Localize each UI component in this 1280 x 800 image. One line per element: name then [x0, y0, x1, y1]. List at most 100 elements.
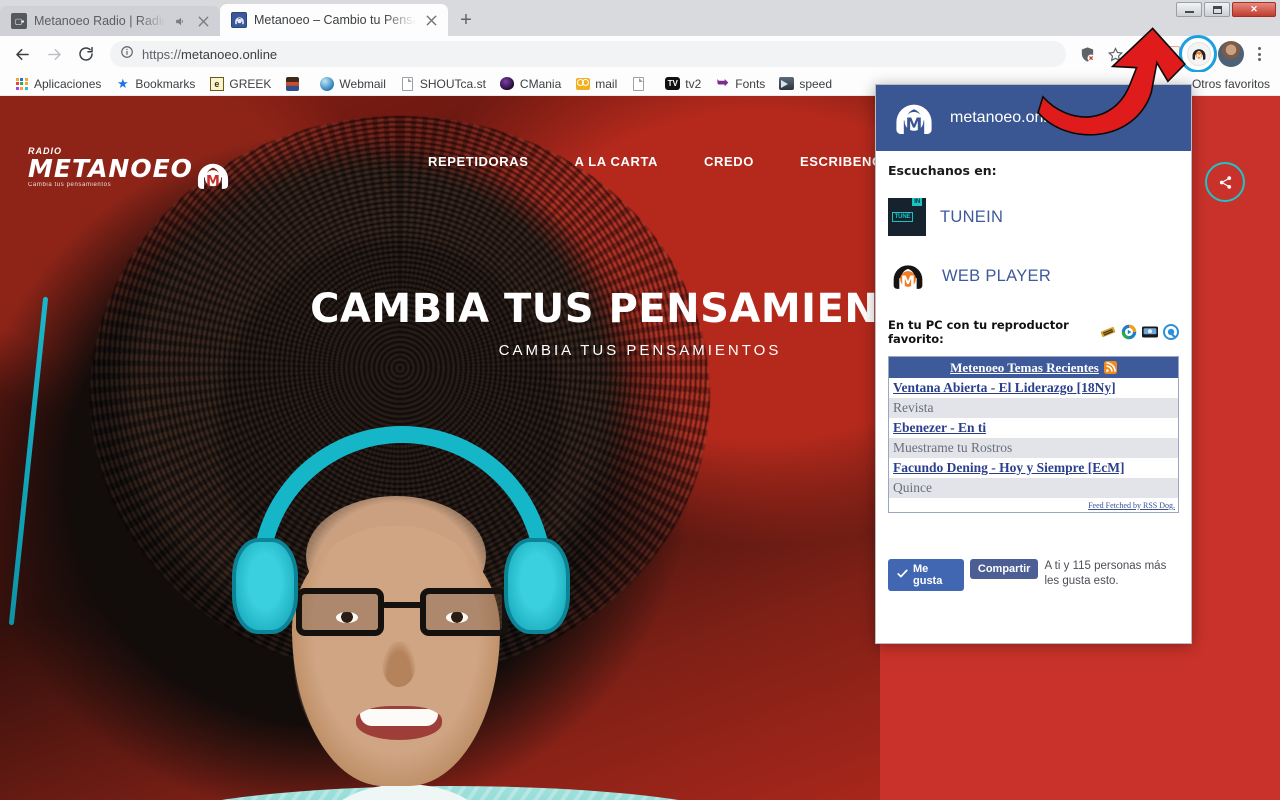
logo-tagline: Cambia tus pensamientos: [28, 182, 112, 188]
rss-title: Metenoeo Temas Recientes: [950, 359, 1099, 375]
minimize-button[interactable]: [1176, 2, 1202, 17]
bookmark-label: Webmail: [339, 76, 386, 91]
nav-link-credo[interactable]: CREDO: [704, 154, 754, 169]
bookmark-overflow-label: Otros favoritos: [1191, 76, 1270, 91]
tab-strip: ▢▪ Metanoeo Radio | Radio por Metanoeo –…: [0, 0, 1280, 36]
bookmark-tv2[interactable]: TV tv2: [659, 74, 707, 93]
listen-option-tunein[interactable]: TUNE IN TUNEIN: [888, 198, 1179, 236]
bookmark-apps[interactable]: Aplicaciones: [8, 74, 107, 93]
listen-heading: Escuchanos en:: [888, 163, 997, 178]
address-bar[interactable]: https://metanoeo.online: [110, 41, 1066, 67]
url-text: https://metanoeo.online: [142, 47, 277, 62]
facebook-like-label: Me gusta: [913, 562, 943, 587]
cmania-icon: [500, 76, 515, 91]
other-bookmarks-folder[interactable]: Otros favoritos: [1192, 77, 1270, 91]
projector-icon: [575, 76, 590, 91]
winamp-icon[interactable]: [1100, 324, 1116, 340]
close-icon[interactable]: [195, 13, 211, 29]
tunein-icon: TUNE IN: [888, 198, 926, 236]
rss-credit-link[interactable]: Feed Fetched by RSS Dog.: [889, 497, 1178, 512]
facebook-like-button[interactable]: Me gusta: [888, 558, 964, 591]
svg-text:M: M: [901, 274, 915, 290]
bookmark-label: mail: [595, 76, 618, 91]
reload-button[interactable]: [72, 40, 100, 68]
facebook-share-button[interactable]: Compartir: [969, 558, 1039, 579]
pdf-glyph: ⛰: [1162, 45, 1180, 63]
quicktime-icon[interactable]: [1163, 324, 1179, 340]
popup-title: metanoeo.online: [950, 109, 1069, 126]
tv-icon: TV: [665, 76, 681, 91]
person-icon: [285, 76, 300, 91]
bookmark-label: SHOUTca.st: [419, 76, 486, 91]
rss-entry-title[interactable]: Facundo Dening - Hoy y Siempre [EcM]: [889, 457, 1178, 478]
metanoeo-player-icon: M: [888, 256, 928, 296]
listen-option-label: TUNEIN: [940, 207, 1004, 226]
info-circle-icon[interactable]: [120, 45, 134, 64]
listen-option-web-player[interactable]: M WEB PLAYER: [888, 256, 1179, 296]
nav-link-repetidoras[interactable]: REPETIDORAS: [428, 154, 529, 169]
bookmark-person[interactable]: [279, 74, 311, 93]
fonts-icon: ➥: [716, 76, 729, 91]
svg-text:M: M: [1196, 54, 1202, 60]
popup-header: M metanoeo.online: [876, 85, 1191, 151]
new-tab-button[interactable]: +: [452, 6, 480, 34]
rss-entry-title[interactable]: Ventana Abierta - El Liderazgo [18Ny]: [889, 378, 1178, 398]
url-scheme: https://: [142, 46, 182, 62]
check-icon: [897, 568, 908, 582]
shield-blocked-icon[interactable]: [1074, 41, 1100, 67]
toolbar-icons: RT 19 ⛰ M: [1074, 35, 1272, 73]
close-window-button[interactable]: ✕: [1232, 2, 1276, 17]
browser-toolbar: https://metanoeo.online RT 19 ⛰ M: [0, 35, 1280, 73]
pc-players-row: En tu PC con tu reproductor favorito:: [888, 318, 1179, 346]
realplayer-icon[interactable]: [1142, 324, 1158, 340]
bookmark-shoutcast[interactable]: SHOUTca.st: [394, 74, 492, 93]
metanoeo-favicon: [231, 12, 247, 28]
page-icon: [400, 76, 415, 91]
speaker-icon[interactable]: [172, 13, 188, 29]
bookmark-webmail[interactable]: Webmail: [313, 74, 391, 93]
rss-feed-icon[interactable]: [1103, 361, 1117, 374]
bookmark-bookmarks[interactable]: ★ Bookmarks: [109, 74, 201, 93]
share-icon[interactable]: [1205, 162, 1245, 202]
metanoeo-extension-icon[interactable]: M: [1179, 35, 1217, 73]
svg-text:M: M: [206, 173, 220, 189]
maximize-button[interactable]: [1204, 2, 1230, 17]
rss-entry-title[interactable]: Ebenezer - En ti: [889, 417, 1178, 438]
bookmark-greek[interactable]: e GREEK: [203, 74, 277, 93]
popup-body: Escuchanos en: TUNE IN TUNEIN M WEB PLAYE…: [876, 151, 1191, 591]
windows-media-player-icon[interactable]: [1121, 324, 1137, 340]
profile-avatar[interactable]: [1218, 41, 1244, 67]
site-logo[interactable]: RADIO METANOEO Cambia tus pensamientos M: [28, 146, 229, 189]
close-icon[interactable]: [423, 12, 439, 28]
metanoeo-extension-glyph: M: [1187, 42, 1211, 66]
bookmark-fonts[interactable]: ➥ Fonts: [709, 74, 771, 93]
bookmark-cmania[interactable]: CMania: [494, 74, 567, 93]
facebook-social-text: A ti y 115 personas más les gusta esto.: [1044, 559, 1167, 588]
forward-button[interactable]: [40, 40, 68, 68]
facebook-share-label: Compartir: [977, 562, 1031, 575]
bookmark-label: Bookmarks: [135, 76, 196, 91]
bookmark-speed[interactable]: speed: [773, 74, 838, 93]
adobe-pdf-extension-icon[interactable]: ⛰: [1158, 41, 1184, 67]
rss-entry-description: Quince: [889, 477, 1178, 498]
bookmark-projector[interactable]: mail: [569, 74, 623, 93]
back-button[interactable]: [8, 40, 36, 68]
extension-badge-count: 19: [1142, 55, 1155, 66]
rt-extension-icon[interactable]: RT 19: [1130, 41, 1156, 67]
rss-entry-description: Muestrame tu Rostros: [889, 437, 1178, 458]
browser-tab-1[interactable]: ▢▪ Metanoeo Radio | Radio por: [0, 6, 220, 36]
bookmark-label: CMania: [519, 76, 562, 91]
bookmark-mail[interactable]: [625, 74, 657, 93]
listen-option-label: WEB PLAYER: [942, 266, 1052, 285]
logo-word: METANOEO: [28, 154, 193, 183]
rss-header: Metenoeo Temas Recientes: [889, 357, 1178, 378]
star-icon: ★: [117, 75, 129, 91]
headphones: [232, 426, 570, 726]
bookmark-star-icon[interactable]: [1102, 41, 1128, 67]
facebook-like-widget: Me gusta Compartir A ti y 115 personas m…: [888, 558, 1179, 591]
browser-tab-2[interactable]: Metanoeo – Cambio tu Pensamie: [220, 4, 448, 36]
speed-icon: [779, 76, 795, 91]
three-dot-menu-icon[interactable]: [1246, 41, 1272, 67]
nav-link-a-la-carta[interactable]: A LA CARTA: [575, 154, 659, 169]
tab-title: Metanoeo – Cambio tu Pensamie: [254, 13, 416, 27]
